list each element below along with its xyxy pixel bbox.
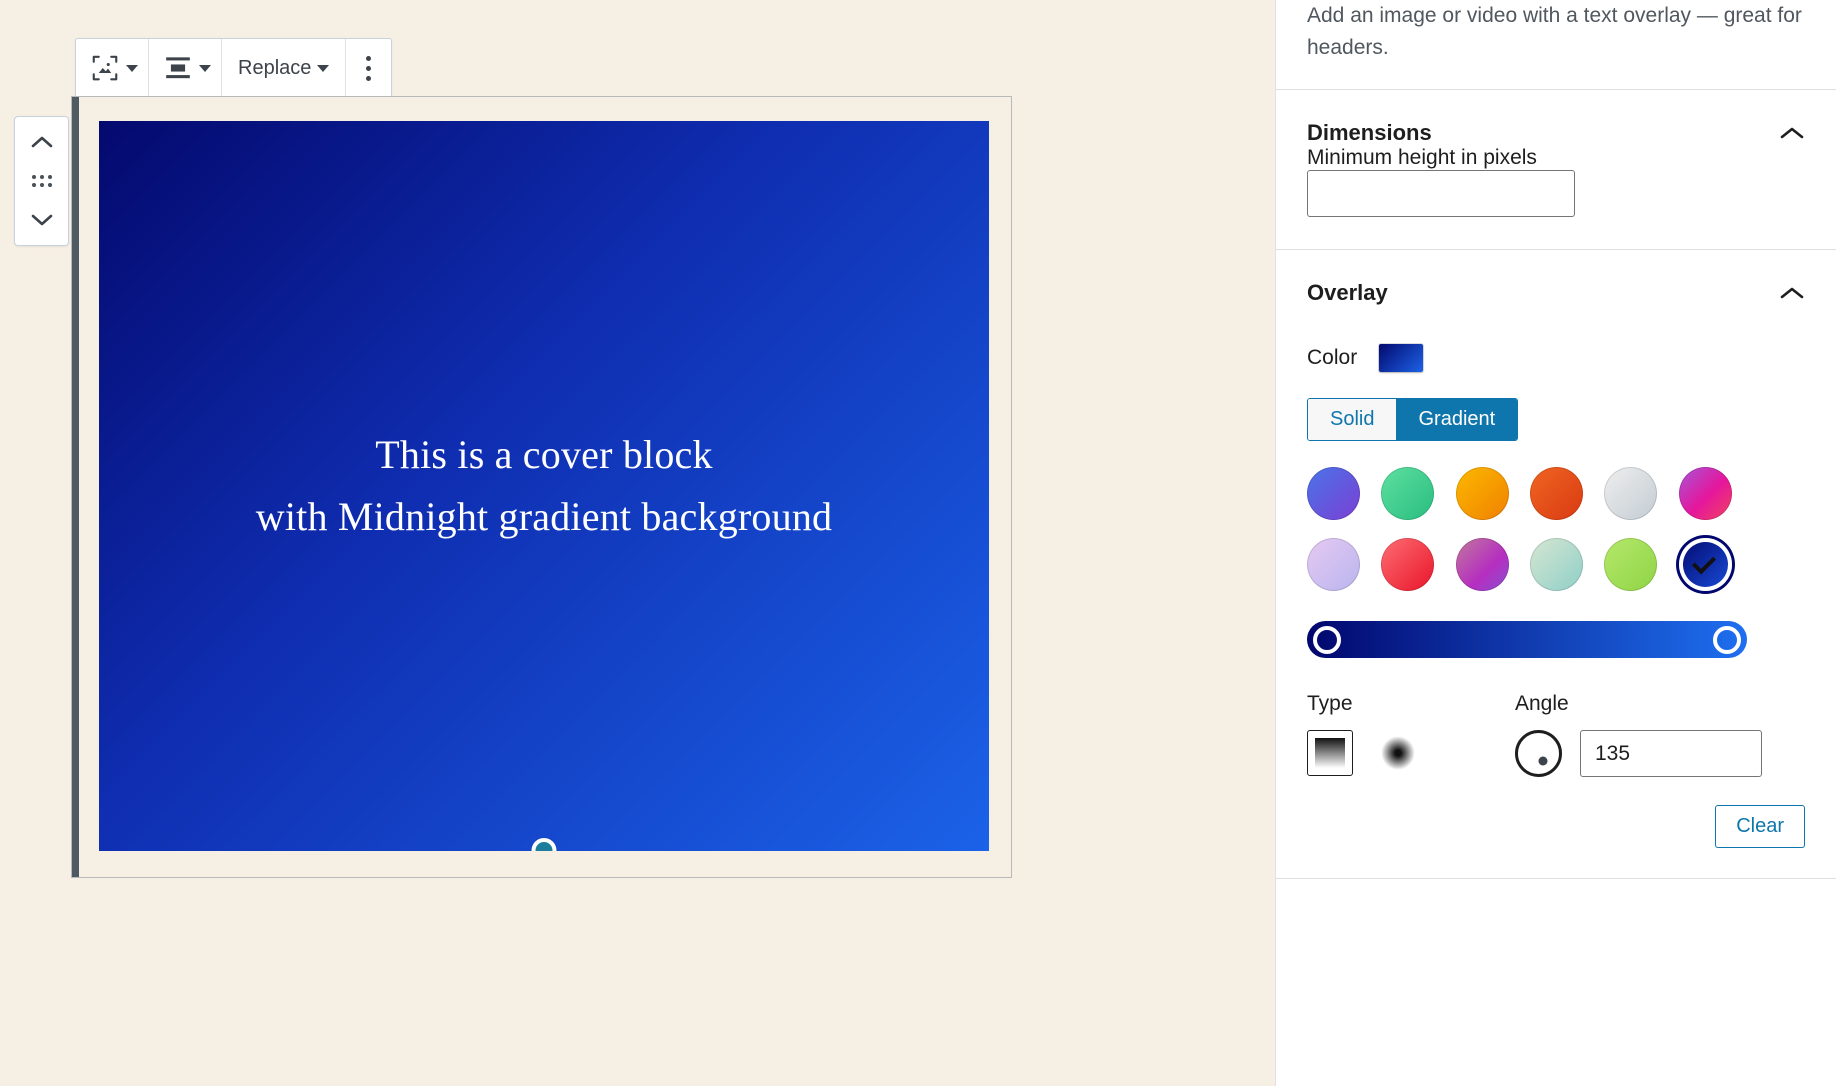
tab-solid[interactable]: Solid — [1308, 399, 1396, 440]
cover-image-icon — [90, 53, 120, 83]
chevron-down-icon — [31, 213, 53, 227]
cover-block-text[interactable]: This is a cover block with Midnight grad… — [226, 424, 863, 548]
cover-block-wrapper[interactable]: This is a cover block with Midnight grad… — [71, 96, 1012, 878]
block-mover-controls — [14, 116, 69, 246]
gradient-type-angle-row: Type Angle — [1307, 692, 1805, 777]
gradient-stop-start[interactable] — [1313, 626, 1341, 654]
replace-button[interactable]: Replace — [222, 39, 345, 97]
gradient-stop-end[interactable] — [1713, 626, 1741, 654]
cover-block-type-button[interactable] — [76, 39, 148, 97]
cover-text-line-1: This is a cover block — [375, 432, 712, 477]
gradient-type-column: Type — [1307, 692, 1515, 777]
gradient-swatch-grid — [1307, 467, 1737, 591]
clear-row: Clear — [1307, 805, 1805, 848]
gradient-swatch-light-green-cyan-to-vivid-green-cyan[interactable] — [1381, 467, 1434, 520]
toolbar-group-block-type — [76, 39, 149, 97]
overlay-panel-header[interactable]: Overlay — [1307, 250, 1805, 306]
gradient-angle-label: Angle — [1515, 692, 1805, 716]
angle-input[interactable] — [1580, 730, 1762, 777]
more-options-button[interactable] — [346, 39, 391, 97]
gradient-swatch-blush-light-purple[interactable] — [1307, 538, 1360, 591]
overlay-color-swatch[interactable] — [1379, 344, 1423, 372]
align-center-icon — [163, 55, 193, 81]
gradient-swatch-luminous-vivid-orange-to-vivid-red[interactable] — [1530, 467, 1583, 520]
block-selected-indicator — [72, 97, 79, 877]
gradient-swatch-luminous-dusk[interactable] — [1456, 538, 1509, 591]
tab-gradient[interactable]: Gradient — [1396, 399, 1517, 440]
toolbar-group-align — [149, 39, 222, 97]
overlay-color-row: Color — [1307, 344, 1805, 372]
gradient-swatch-luminous-vivid-amber-to-luminous-vivid-orange[interactable] — [1456, 467, 1509, 520]
chevron-down-icon — [199, 65, 211, 72]
overlay-panel: Overlay Color Solid Gradient Type — [1276, 250, 1836, 879]
gradient-swatch-blush-bordeaux[interactable] — [1381, 538, 1434, 591]
gradient-type-options — [1307, 730, 1515, 776]
gradient-swatch-midnight[interactable] — [1679, 538, 1732, 591]
gradient-swatch-pale-ocean[interactable] — [1530, 538, 1583, 591]
drag-handle-icon[interactable] — [22, 168, 62, 194]
chevron-down-icon — [126, 65, 138, 72]
cover-resize-handle[interactable] — [532, 838, 557, 851]
block-description-text: Add an image or video with a text overla… — [1307, 0, 1805, 63]
chevron-down-icon — [317, 65, 329, 72]
move-up-button[interactable] — [22, 125, 62, 159]
inspector-sidebar: Add an image or video with a text overla… — [1275, 0, 1836, 1086]
dimensions-panel: Dimensions Minimum height in pixels — [1276, 90, 1836, 250]
block-description-panel: Add an image or video with a text overla… — [1276, 0, 1836, 90]
toolbar-group-replace: Replace — [222, 39, 346, 97]
cover-text-line-2: with Midnight gradient background — [256, 494, 833, 539]
clear-button[interactable]: Clear — [1715, 805, 1805, 848]
toolbar-group-more — [346, 39, 391, 97]
chevron-up-icon[interactable] — [1779, 285, 1805, 301]
gradient-swatch-cool-to-warm-spectrum[interactable] — [1679, 467, 1732, 520]
gradient-swatch-vivid-cyan-blue-to-vivid-purple[interactable] — [1307, 467, 1360, 520]
linear-gradient-icon[interactable] — [1307, 730, 1353, 776]
gradient-slider[interactable] — [1307, 621, 1747, 658]
dimensions-title: Dimensions — [1307, 120, 1432, 146]
gradient-type-label: Type — [1307, 692, 1515, 716]
min-height-input[interactable] — [1307, 170, 1575, 217]
block-toolbar: Replace — [75, 38, 392, 98]
editor-canvas: Replace This is a cover block with Midni… — [0, 0, 1275, 1086]
align-button[interactable] — [149, 39, 221, 97]
chevron-up-icon — [31, 135, 53, 149]
drag-dots — [32, 175, 52, 187]
radial-gradient-icon[interactable] — [1375, 730, 1421, 776]
gradient-angle-column: Angle — [1515, 692, 1805, 777]
overlay-title: Overlay — [1307, 280, 1388, 306]
cover-block[interactable]: This is a cover block with Midnight grad… — [99, 121, 989, 851]
move-down-button[interactable] — [22, 203, 62, 237]
vertical-dots-icon — [366, 56, 371, 81]
dimensions-panel-header[interactable]: Dimensions — [1307, 90, 1805, 146]
gradient-swatch-electric-grass[interactable] — [1604, 538, 1657, 591]
chevron-up-icon[interactable] — [1779, 125, 1805, 141]
min-height-label: Minimum height in pixels — [1307, 146, 1537, 169]
gradient-angle-controls — [1515, 730, 1805, 777]
gradient-swatch-very-light-gray-to-cyan-bluish-gray[interactable] — [1604, 467, 1657, 520]
color-style-toggle: Solid Gradient — [1307, 398, 1518, 441]
angle-dial[interactable] — [1515, 730, 1562, 777]
replace-label: Replace — [238, 57, 311, 80]
overlay-color-label: Color — [1307, 346, 1357, 370]
